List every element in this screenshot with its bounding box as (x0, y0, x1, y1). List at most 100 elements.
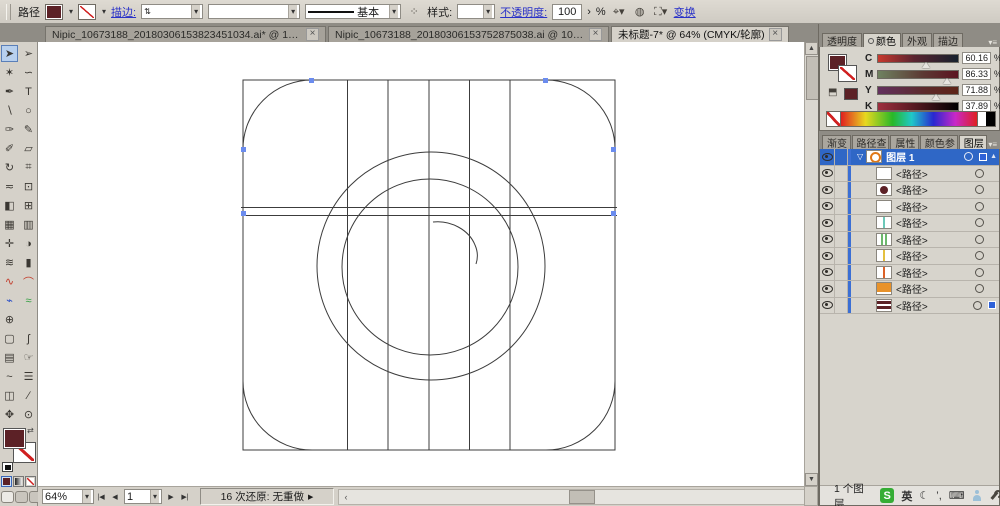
visibility-toggle[interactable] (820, 281, 835, 297)
magenta-slider[interactable] (877, 69, 959, 84)
rotate-tool[interactable]: ↻ (1, 159, 18, 176)
person-icon[interactable] (972, 490, 982, 501)
lock-toggle[interactable] (835, 248, 848, 264)
transform-panel-link[interactable]: 变换 (674, 4, 696, 20)
visibility-toggle[interactable] (820, 198, 835, 214)
cyan-value-box[interactable]: 60.16 (962, 52, 991, 64)
canvas[interactable] (38, 42, 804, 486)
direct-selection-tool[interactable]: ➢ (20, 45, 37, 62)
panel-stroke-none-swatch[interactable] (838, 65, 857, 82)
spectrum-rainbow[interactable] (841, 112, 977, 126)
rectangular-grid-tool[interactable]: ▤ (1, 349, 18, 366)
layer-path-row[interactable]: <路径> (820, 264, 999, 281)
sogou-ime-icon[interactable]: S (879, 488, 895, 503)
screen-mode-menu-button[interactable] (15, 491, 28, 503)
scribble-tool[interactable]: ~ (1, 368, 18, 385)
path-label[interactable]: <路径> (896, 265, 928, 280)
vertical-scrollbar[interactable]: ▲ ▼ (804, 42, 819, 486)
ime-language-toggle[interactable]: 英 (901, 488, 912, 504)
tab-attributes[interactable]: 属性 (890, 135, 919, 149)
lock-toggle[interactable] (835, 182, 848, 198)
hand-tool[interactable]: ✥ (1, 406, 18, 423)
visibility-toggle[interactable] (820, 149, 835, 165)
gradient-tool[interactable]: ▥ (20, 216, 37, 233)
cyan-slider[interactable] (877, 53, 959, 68)
zoom-tool[interactable]: ⊙ (20, 406, 37, 423)
horizontal-scrollbar[interactable]: ‹ › (338, 488, 816, 505)
reshape-tool[interactable]: ☞ (20, 349, 37, 366)
stroke-weight-combo[interactable]: ⇅ ▾ (141, 4, 204, 19)
path-label[interactable]: <路径> (896, 298, 928, 313)
lock-toggle[interactable] (835, 297, 848, 313)
tab-color-guide[interactable]: 颜色参 (919, 135, 958, 149)
type-tool[interactable]: T (20, 83, 37, 100)
crop-tool[interactable]: ⌗ (20, 159, 37, 176)
live-paint-bucket-tool[interactable]: ◧ (1, 197, 18, 214)
visibility-toggle[interactable] (820, 215, 835, 231)
color-spectrum-bar[interactable] (826, 111, 996, 127)
brush-combo[interactable]: ▾ (208, 4, 301, 19)
path-label[interactable]: <路径> (896, 166, 928, 181)
target-circle[interactable] (975, 284, 984, 294)
moon-icon[interactable]: ☾ (919, 489, 929, 502)
screen-mode-normal-button[interactable] (1, 491, 14, 503)
status-flyout-icon[interactable]: ▶ (308, 493, 313, 501)
scroll-up-icon[interactable]: ▲ (805, 42, 818, 55)
target-circle[interactable] (975, 168, 984, 178)
proportional-icon[interactable]: ⁘ (406, 5, 422, 18)
first-artboard-button[interactable]: |◀ (94, 489, 108, 505)
opacity-value-box[interactable]: 100 (552, 3, 583, 20)
layer-row-header[interactable]: ▽ 图层 1 ▲ (820, 149, 999, 166)
panel-grip[interactable] (6, 3, 11, 20)
pen-tool[interactable]: ✒ (1, 83, 18, 100)
lock-toggle[interactable] (835, 215, 848, 231)
keyboard-icon[interactable]: ⌨ (949, 489, 965, 502)
layer-path-row[interactable]: <路径> (820, 281, 999, 298)
layer-path-row[interactable]: <路径> (820, 215, 999, 232)
lock-toggle[interactable] (835, 281, 848, 297)
target-circle[interactable] (975, 218, 984, 228)
tab-pathfinder[interactable]: 路径查 (851, 135, 890, 149)
paint-none-button[interactable] (25, 476, 36, 487)
last-artboard-button[interactable]: ▶| (178, 489, 192, 505)
bounding-box-icon[interactable]: ⛶▾ (653, 5, 669, 19)
path-label[interactable]: <路径> (896, 215, 928, 230)
visibility-toggle[interactable] (820, 165, 835, 181)
visibility-toggle[interactable] (820, 231, 835, 247)
black-slider[interactable] (877, 101, 959, 116)
path-label[interactable]: <路径> (896, 248, 928, 263)
target-circle[interactable] (975, 234, 984, 244)
blob-brush-tool[interactable]: ✐ (1, 140, 18, 157)
panel-menu-icon[interactable]: ▾≡ (988, 140, 997, 149)
tab-gradient[interactable]: 渐变 (822, 135, 851, 149)
tab-layers[interactable]: 图层 (958, 135, 988, 149)
blend-tool[interactable]: ◑ (20, 235, 37, 252)
artboard-tool[interactable]: ◫ (1, 387, 18, 404)
default-fill-stroke-icon[interactable] (2, 462, 13, 472)
opacity-panel-link[interactable]: 不透明度: (500, 4, 547, 20)
document-tab-3-active[interactable]: 未标题-7* @ 64% (CMYK/轮廓) × (611, 26, 789, 42)
close-icon[interactable]: × (589, 28, 602, 41)
visibility-toggle[interactable] (820, 182, 835, 198)
target-circle[interactable] (975, 185, 984, 195)
live-paint-selection-tool[interactable]: ⊞ (20, 197, 37, 214)
spiral-path[interactable] (432, 221, 478, 265)
width-tool[interactable]: ∿ (1, 273, 18, 290)
lock-toggle[interactable] (835, 165, 848, 181)
visibility-toggle[interactable] (820, 264, 835, 280)
next-artboard-button[interactable]: ▶ (164, 489, 178, 505)
layer-path-row[interactable]: <路径> (820, 182, 999, 199)
punctuation-icon[interactable]: ’, (936, 490, 942, 502)
paint-color-button[interactable] (1, 476, 12, 487)
eyedropper-tool[interactable]: ✛ (1, 235, 18, 252)
paint-gradient-button[interactable] (13, 476, 24, 487)
target-circle[interactable] (973, 300, 982, 310)
out-of-web-color-icon[interactable]: ⬒ (828, 87, 837, 98)
line-segment-tool[interactable]: ∖ (1, 102, 18, 119)
layer-path-row[interactable]: <路径> (820, 231, 999, 248)
selection-tool[interactable]: ➤ (1, 45, 18, 62)
wrench-icon[interactable] (988, 490, 999, 501)
stroke-none-swatch[interactable] (78, 3, 97, 20)
yellow-value-box[interactable]: 71.88 (962, 84, 991, 96)
polar-grid-tool[interactable]: ⊕ (1, 311, 18, 328)
